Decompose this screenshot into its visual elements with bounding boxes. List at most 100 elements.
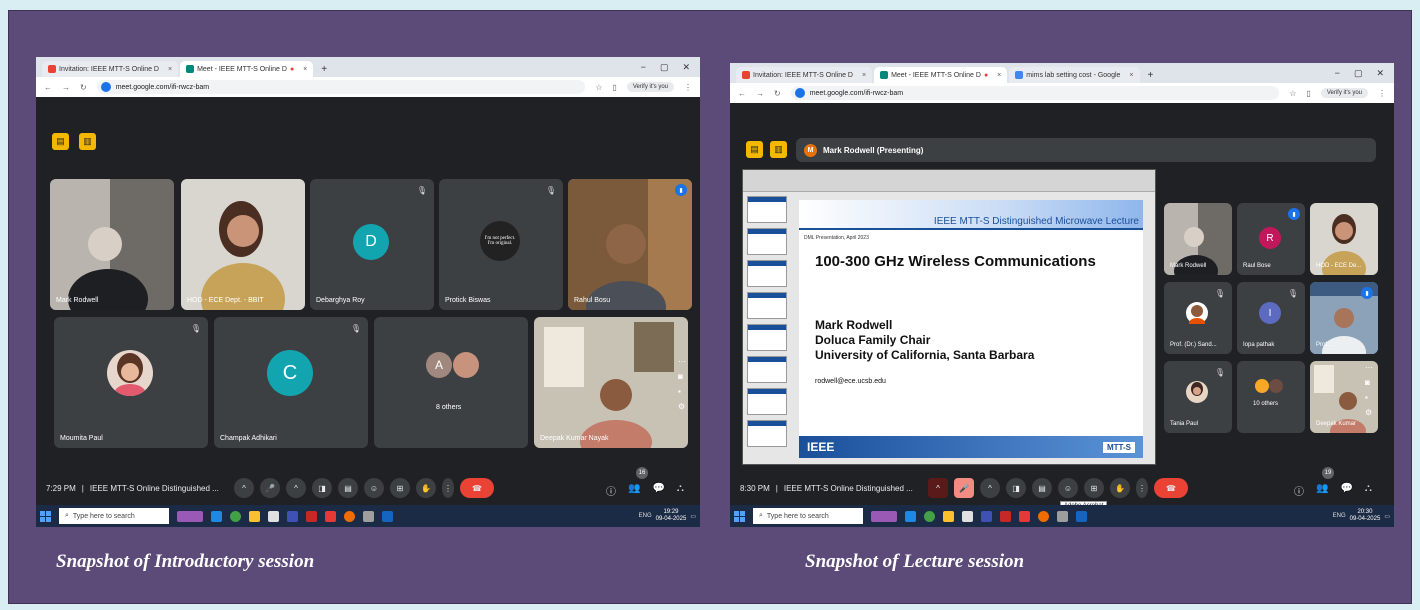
slide-thumbnail[interactable] (747, 196, 787, 223)
forward-icon[interactable]: → (756, 89, 764, 98)
participant-tile[interactable]: HOD - ECE De... (1310, 203, 1378, 275)
browser-tab-invitation[interactable]: Invitation: IEEE MTT-S Online D × (42, 61, 179, 77)
chevron-up-icon[interactable]: ^ (928, 478, 948, 498)
record-icon[interactable]: ▪ (1365, 393, 1373, 402)
browser-tab-invitation[interactable]: Invitation: IEEE MTT-S Online D × (736, 67, 873, 83)
participant-tile[interactable]: 🎙 I Iopa pathak (1237, 282, 1305, 354)
menu-icon[interactable]: ⋮ (684, 83, 692, 92)
end-call-button[interactable]: ☎ (1154, 478, 1188, 498)
camera-icon[interactable]: ◙ (678, 372, 686, 381)
more-options-icon[interactable]: ⋮ (442, 478, 454, 498)
verify-button[interactable]: Verify it's you (626, 82, 674, 92)
participant-tile[interactable]: ▮ Prof. ... (1310, 282, 1378, 354)
participant-tile[interactable]: Mark Rodwell (50, 179, 174, 310)
people-icon[interactable]: 👥 (628, 483, 640, 498)
close-icon[interactable]: × (168, 66, 172, 73)
host-controls-icon[interactable]: ▥ (770, 141, 787, 158)
app-icon[interactable] (1019, 510, 1030, 522)
back-icon[interactable]: ← (44, 83, 52, 92)
new-tab-button[interactable]: + (315, 64, 333, 77)
chevron-up-icon[interactable]: ^ (234, 478, 254, 498)
settings-icon[interactable] (1057, 510, 1068, 522)
more-icon[interactable]: ⋯ (1365, 363, 1373, 372)
minimize-icon[interactable]: − (1335, 68, 1340, 79)
emoji-icon[interactable]: ☺ (364, 478, 384, 498)
task-view-icon[interactable] (177, 510, 203, 522)
acrobat-icon[interactable] (1000, 510, 1011, 522)
verify-button[interactable]: Verify it's you (1320, 88, 1368, 98)
task-view-icon[interactable] (871, 510, 897, 522)
extensions-icon[interactable]: ▯ (612, 83, 616, 92)
raise-hand-icon[interactable]: ✋ (1110, 478, 1130, 498)
captions-icon[interactable]: ▤ (1032, 478, 1052, 498)
participant-tile[interactable]: 🎙 D Debarghya Roy (310, 179, 434, 310)
video-camera-icon[interactable]: ◨ (312, 478, 332, 498)
chevron-up-icon[interactable]: ^ (286, 478, 306, 498)
meeting-info-icon[interactable]: ▤ (52, 133, 69, 150)
taskbar-clock[interactable]: 19:29 09-04-2025 (656, 509, 687, 523)
participant-tile[interactable]: 🎙 I'm not perfect. I'm original. Protick… (439, 179, 563, 310)
chrome-icon[interactable] (924, 510, 935, 522)
back-icon[interactable]: ← (738, 89, 746, 98)
taskbar-search[interactable]: ⌕ Type here to search (59, 508, 169, 524)
participant-tile[interactable]: 🎙 Moumita Paul (54, 317, 208, 448)
app-icon[interactable] (287, 510, 298, 522)
taskbar-clock[interactable]: 20:30 09-04-2025 (1350, 509, 1381, 523)
chat-icon[interactable]: 💬 (1340, 483, 1352, 498)
notification-icon[interactable]: ▭ (1384, 513, 1390, 520)
video-camera-icon[interactable]: ◨ (1006, 478, 1026, 498)
edge-icon[interactable] (211, 510, 222, 522)
chat-icon[interactable]: 💬 (652, 483, 664, 498)
chrome-active-icon[interactable] (1038, 510, 1049, 522)
language-indicator[interactable]: ENG (1333, 513, 1346, 519)
present-icon[interactable]: ⊞ (1084, 478, 1104, 498)
browser-tab-meet[interactable]: Meet - IEEE MTT-S Online D ● × (874, 67, 1008, 83)
chrome-icon[interactable] (230, 510, 241, 522)
activities-icon[interactable]: ⛬ (1365, 483, 1372, 498)
close-icon[interactable]: × (997, 72, 1001, 79)
microphone-muted-icon[interactable]: 🎤 (954, 478, 974, 498)
participant-tile[interactable]: HOD - ECE Dept. - BBIT (181, 179, 305, 310)
windows-start-icon[interactable] (40, 510, 51, 522)
menu-icon[interactable]: ⋮ (1378, 89, 1386, 98)
settings-icon[interactable] (363, 510, 374, 522)
slide-thumbnail[interactable] (747, 260, 787, 287)
more-icon[interactable]: ⋯ (678, 357, 686, 366)
info-icon[interactable]: ⓘ (606, 483, 616, 498)
new-tab-button[interactable]: + (1142, 70, 1160, 83)
participant-tile[interactable]: Deepak Kumar Nayak (534, 317, 688, 448)
site-info-icon[interactable] (794, 88, 805, 98)
close-icon[interactable]: × (303, 66, 307, 73)
raise-hand-icon[interactable]: ✋ (416, 478, 436, 498)
slide-thumbnail[interactable] (747, 292, 787, 319)
word-icon[interactable] (382, 510, 393, 522)
slide-thumbnail[interactable] (747, 324, 787, 351)
activities-icon[interactable]: ⛬ (677, 483, 684, 498)
info-icon[interactable]: ⓘ (1294, 483, 1304, 498)
end-call-button[interactable]: ☎ (460, 478, 494, 498)
close-window-icon[interactable]: ✕ (682, 62, 690, 73)
people-icon[interactable]: 👥 (1316, 483, 1328, 498)
slide-thumbnail[interactable] (747, 388, 787, 415)
app-icon[interactable] (325, 510, 336, 522)
file-explorer-icon[interactable] (943, 510, 954, 522)
participant-tile[interactable]: Mark Rodwell (1164, 203, 1232, 275)
app-icon[interactable] (981, 510, 992, 522)
meeting-info-icon[interactable]: ▤ (746, 141, 763, 158)
language-indicator[interactable]: ENG (639, 513, 652, 519)
address-bar[interactable]: meet.google.com/ifi-rwcz-bam (96, 80, 586, 94)
acrobat-icon[interactable] (306, 510, 317, 522)
microphone-icon[interactable]: 🎤 (260, 478, 280, 498)
gear-icon[interactable]: ⚙ (678, 402, 686, 411)
store-icon[interactable] (962, 510, 973, 522)
chevron-up-icon[interactable]: ^ (980, 478, 1000, 498)
minimize-icon[interactable]: − (641, 62, 646, 73)
participant-tile[interactable]: 🎙 C Champak Adhikari (214, 317, 368, 448)
close-window-icon[interactable]: ✕ (1376, 68, 1384, 79)
close-icon[interactable]: × (1129, 72, 1133, 79)
maximize-icon[interactable]: ▢ (660, 62, 669, 73)
participant-tile[interactable]: 10 others (1237, 361, 1305, 433)
record-icon[interactable]: ▪ (678, 387, 686, 396)
participant-tile[interactable]: 🎙 Prof. (Dr.) Sand... (1164, 282, 1232, 354)
maximize-icon[interactable]: ▢ (1354, 68, 1363, 79)
